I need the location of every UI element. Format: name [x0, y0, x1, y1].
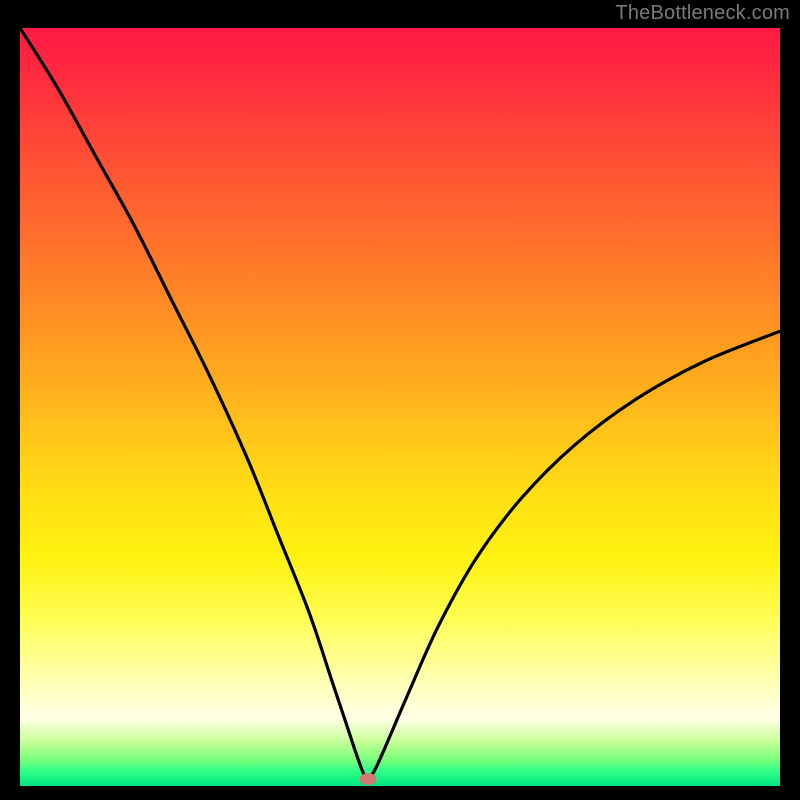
bottleneck-curve-path: [20, 28, 780, 778]
plot-area: [20, 28, 780, 786]
chart-stage: TheBottleneck.com: [0, 0, 800, 800]
optimum-marker: [360, 773, 377, 785]
watermark-text: TheBottleneck.com: [615, 2, 790, 25]
curve-svg: [20, 28, 780, 786]
